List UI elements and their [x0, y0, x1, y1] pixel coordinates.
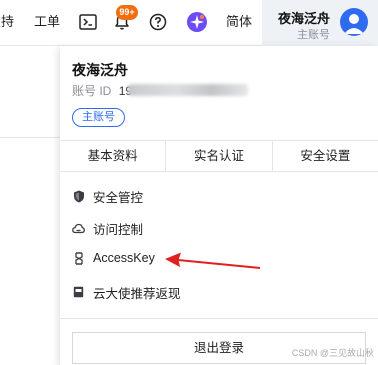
panel-user-name: 夜海泛舟: [72, 62, 128, 78]
tab-security-settings[interactable]: 安全设置: [271, 141, 378, 171]
book-icon: [72, 286, 85, 299]
tab-basic-info[interactable]: 基本资料: [60, 141, 165, 171]
menu-item-label: 访问控制: [93, 222, 144, 237]
notification-badge: 99+: [116, 5, 138, 20]
user-name: 夜海泛舟: [277, 11, 330, 26]
divider: [60, 318, 378, 319]
menu-item-security-control[interactable]: 安全管控: [72, 186, 143, 206]
main-account-tag: 主账号: [72, 108, 125, 127]
menu-item-referral-cashback[interactable]: 云大使推荐返现: [72, 282, 181, 302]
top-navigation-bar: 支持 工单 99+ 简体 夜海泛舟 主账号: [0, 0, 378, 46]
user-dropdown-panel: 夜海泛舟 账号 ID 19 主账号 基本资料 实名认证 安全设置 安全管控 访问…: [60, 46, 378, 365]
account-id-redacted: [128, 84, 248, 96]
watermark: CSDN @三见故山秋: [291, 348, 374, 358]
background-divider: [0, 137, 60, 138]
menu-item-accesskey[interactable]: AccessKey: [72, 248, 155, 268]
menu-item-label: AccessKey: [93, 251, 155, 265]
account-type-label: 主账号: [297, 29, 330, 41]
profile-tabs: 基本资料 实名认证 安全设置: [60, 141, 378, 171]
terminal-icon[interactable]: [78, 12, 98, 32]
cloud-icon: [72, 222, 85, 235]
menu-item-label: 安全管控: [93, 190, 144, 205]
user-menu-trigger[interactable]: 夜海泛舟 主账号: [262, 0, 378, 46]
tab-real-name-auth[interactable]: 实名认证: [165, 141, 271, 171]
shield-icon: [72, 190, 85, 203]
language-switch[interactable]: 简体: [226, 14, 252, 30]
nav-ticket-link[interactable]: 工单: [34, 14, 60, 30]
assistant-star-icon[interactable]: [186, 11, 208, 33]
divider: [60, 171, 378, 172]
account-id-label: 账号 ID: [72, 84, 112, 98]
menu-item-access-control[interactable]: 访问控制: [72, 218, 143, 238]
key-icon: [72, 251, 85, 265]
background-page-area: [0, 46, 60, 365]
menu-item-label: 云大使推荐返现: [93, 286, 181, 301]
avatar[interactable]: [340, 8, 368, 36]
account-id-row: 账号 ID 19: [72, 82, 132, 99]
nav-support-link[interactable]: 支持: [0, 14, 14, 30]
help-icon[interactable]: [148, 12, 168, 32]
